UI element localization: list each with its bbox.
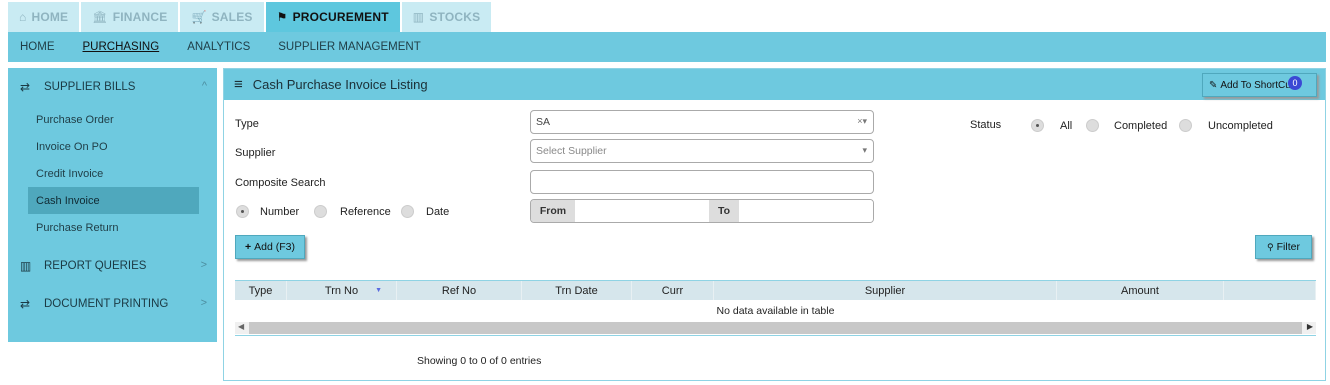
scroll-left-icon[interactable]: ◀ xyxy=(238,322,244,331)
sidebar-item-cash-invoice[interactable]: Cash Invoice xyxy=(28,187,199,214)
column-type[interactable]: Type xyxy=(235,281,287,300)
radio-status-completed[interactable] xyxy=(1086,119,1099,132)
exchange-icon: ⇄ xyxy=(20,80,31,94)
bar-chart-icon: ▥ xyxy=(20,259,32,273)
clear-caret-icon[interactable]: ×▾ xyxy=(857,116,867,127)
sort-desc-icon: ▼ xyxy=(375,287,382,294)
tab-home[interactable]: ⌂ HOME xyxy=(8,2,80,32)
from-input[interactable] xyxy=(575,200,709,222)
plus-icon: + xyxy=(245,241,252,253)
filter-label: Filter xyxy=(1276,241,1300,253)
chevron-right-icon: > xyxy=(200,297,207,309)
tab-label: SALES xyxy=(211,10,253,24)
radio-reference-label: Reference xyxy=(340,206,391,218)
sidebar-item-purchase-return[interactable]: Purchase Return xyxy=(8,214,217,241)
menu-icon[interactable]: ≡ xyxy=(234,76,243,93)
section-label: SUPPLIER BILLS xyxy=(44,81,136,93)
radio-date-label: Date xyxy=(426,206,450,218)
column-ref-no[interactable]: Ref No xyxy=(397,281,522,300)
sidebar-item-purchase-order[interactable]: Purchase Order xyxy=(8,106,217,133)
horizontal-scrollbar[interactable]: ◀ ▶ xyxy=(235,322,1316,334)
tab-label: PROCUREMENT xyxy=(292,10,389,24)
sidebar-section-document-printing[interactable]: ⇄ DOCUMENT PRINTING > xyxy=(8,285,217,323)
bar-chart-icon: ▥ xyxy=(412,10,425,24)
column-label: Trn No xyxy=(324,284,359,297)
sub-navigation: HOME PURCHASING ANALYTICS SUPPLIER MANAG… xyxy=(8,32,1326,62)
column-trn-no[interactable]: Trn No ▼ xyxy=(287,281,397,300)
tab-label: HOME xyxy=(31,10,69,24)
column-supplier[interactable]: Supplier xyxy=(714,281,1057,300)
radio-number-label: Number xyxy=(260,206,300,218)
sidebar-item-invoice-on-po[interactable]: Invoice On PO xyxy=(8,133,217,160)
add-button[interactable]: + Add (F3) xyxy=(235,235,305,259)
exchange-icon: ⇄ xyxy=(20,297,31,311)
subnav-purchasing[interactable]: PURCHASING xyxy=(83,41,160,53)
composite-search-label: Composite Search xyxy=(235,177,326,189)
tab-label: FINANCE xyxy=(112,10,168,24)
shortcut-label: Add To ShortCut xyxy=(1220,79,1294,91)
add-to-shortcut-button[interactable]: ✎ Add To ShortCut 0 xyxy=(1202,73,1317,97)
tab-label: STOCKS xyxy=(429,10,481,24)
column-curr[interactable]: Curr xyxy=(632,281,714,300)
filter-button[interactable]: ⚲ Filter xyxy=(1255,235,1312,259)
table-divider xyxy=(235,334,1316,336)
subnav-supplier-management[interactable]: SUPPLIER MANAGEMENT xyxy=(278,41,421,53)
section-label: REPORT QUERIES xyxy=(44,260,147,272)
table-info: Showing 0 to 0 of 0 entries xyxy=(417,355,542,367)
sidebar-section-supplier-bills[interactable]: ⇄ SUPPLIER BILLS ^ xyxy=(8,68,217,106)
column-extra xyxy=(1224,281,1316,300)
chevron-down-icon: ▾ xyxy=(862,145,867,155)
tab-sales[interactable]: 🛒 SALES xyxy=(180,2,264,32)
listing-panel: ≡ Cash Purchase Invoice Listing ✎ Add To… xyxy=(223,68,1326,381)
pencil-icon: ✎ xyxy=(1209,79,1218,91)
section-label: DOCUMENT PRINTING xyxy=(44,298,169,310)
invoice-table: Type Trn No ▼ Ref No Trn Date Curr Suppli… xyxy=(235,280,1316,336)
type-select[interactable]: SA ×▾ xyxy=(530,110,874,134)
radio-status-all[interactable] xyxy=(1031,119,1044,132)
shortcut-count-badge: 0 xyxy=(1288,76,1302,90)
from-label: From xyxy=(531,200,575,222)
sidebar: ⇄ SUPPLIER BILLS ^ Purchase Order Invoic… xyxy=(8,68,217,342)
empty-table-message: No data available in table xyxy=(716,305,835,317)
module-tabs: ⌂ HOME 🏛 FINANCE 🛒 SALES ⚑ PROCUREMENT ▥ STOC… xyxy=(8,2,493,32)
tab-stocks[interactable]: ▥ STOCKS xyxy=(401,2,492,32)
radio-uncompleted-label: Uncompleted xyxy=(1208,120,1273,132)
sidebar-section-report-queries[interactable]: ▥ REPORT QUERIES > xyxy=(8,247,217,285)
radio-completed-label: Completed xyxy=(1114,120,1168,132)
page-title: Cash Purchase Invoice Listing xyxy=(252,77,428,92)
supplier-placeholder: Select Supplier xyxy=(536,145,607,157)
tab-finance[interactable]: 🏛 FINANCE xyxy=(81,2,179,32)
tab-procurement[interactable]: ⚑ PROCUREMENT xyxy=(265,2,400,32)
home-icon: ⌂ xyxy=(19,10,27,24)
radio-number[interactable] xyxy=(236,205,249,218)
chevron-right-icon: > xyxy=(200,259,207,271)
scroll-right-icon[interactable]: ▶ xyxy=(1307,322,1313,331)
column-trn-date[interactable]: Trn Date xyxy=(522,281,632,300)
type-value: SA xyxy=(536,116,551,128)
to-input[interactable] xyxy=(739,200,873,222)
panel-header: ≡ Cash Purchase Invoice Listing ✎ Add To… xyxy=(224,69,1325,100)
sidebar-item-credit-invoice[interactable]: Credit Invoice xyxy=(8,160,217,187)
add-label: Add (F3) xyxy=(254,241,295,253)
composite-search-input[interactable] xyxy=(530,170,874,194)
cart-icon: 🛒 xyxy=(191,10,207,24)
subnav-home[interactable]: HOME xyxy=(20,41,55,53)
to-label: To xyxy=(709,200,739,222)
type-label: Type xyxy=(235,118,259,130)
supplier-select[interactable]: Select Supplier ▾ xyxy=(530,139,874,163)
column-amount[interactable]: Amount xyxy=(1057,281,1224,300)
supplier-label: Supplier xyxy=(235,147,276,159)
bank-icon: 🏛 xyxy=(92,10,108,24)
radio-all-label: All xyxy=(1060,120,1073,132)
radio-reference[interactable] xyxy=(314,205,327,218)
table-header: Type Trn No ▼ Ref No Trn Date Curr Suppli… xyxy=(235,280,1316,300)
date-range: From To xyxy=(530,199,874,223)
chevron-up-icon: ^ xyxy=(201,80,207,92)
radio-status-uncompleted[interactable] xyxy=(1179,119,1192,132)
flag-icon: ⚑ xyxy=(276,10,288,24)
search-icon: ⚲ xyxy=(1267,241,1274,252)
status-label: Status xyxy=(970,119,1002,131)
radio-date[interactable] xyxy=(401,205,414,218)
subnav-analytics[interactable]: ANALYTICS xyxy=(187,41,250,53)
